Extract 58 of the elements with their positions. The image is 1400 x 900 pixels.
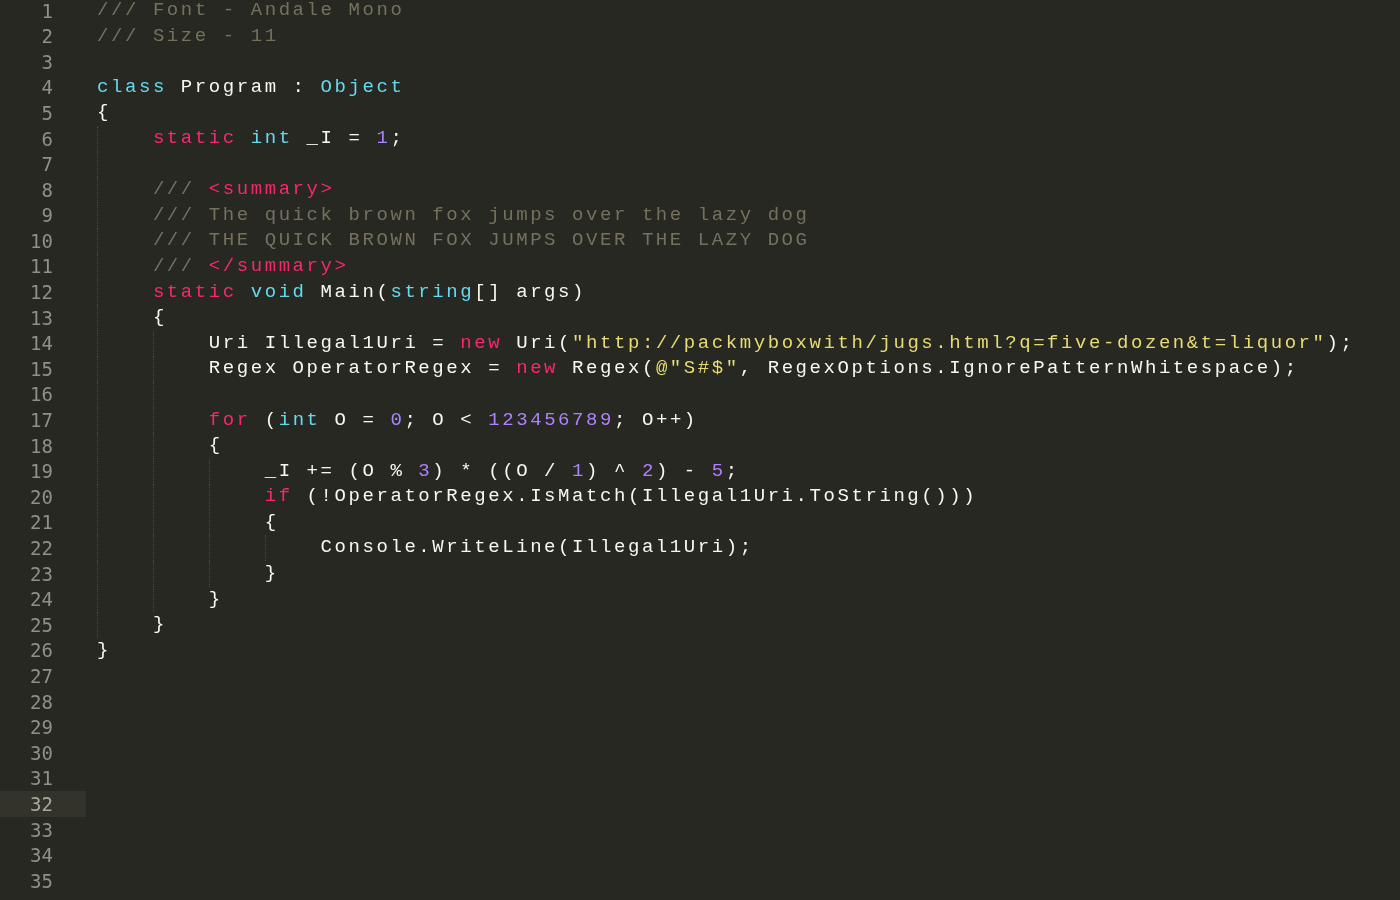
code-line: } — [263, 561, 279, 587]
code-line: /// THE QUICK BROWN FOX JUMPS OVER THE LAZY DOG — [151, 228, 810, 254]
code-line: /// <summary> — [151, 177, 335, 203]
line-number: 5 — [40, 100, 54, 126]
code-line: class Program : Object — [97, 74, 405, 100]
line-number: 3 — [40, 49, 54, 75]
line-number: 4 — [40, 75, 54, 101]
line-number: 25 — [29, 612, 54, 638]
code-line: /// Size - 11 — [97, 23, 279, 49]
line-number: 12 — [29, 280, 54, 306]
line-number: 33 — [29, 817, 54, 843]
line-number: 27 — [29, 664, 54, 689]
line-number: 8 — [40, 177, 54, 203]
line-number: 7 — [40, 152, 54, 178]
line-number: 22 — [29, 536, 54, 561]
code-line: } — [207, 586, 223, 612]
line-number: 31 — [29, 766, 54, 792]
line-number: 28 — [29, 689, 54, 715]
line-number: 2 — [40, 24, 54, 50]
code-line: Console.WriteLine(Illegal1Uri); — [319, 535, 754, 561]
line-number: 15 — [29, 356, 54, 382]
line-number: 20 — [29, 484, 54, 510]
line-number: 9 — [40, 203, 54, 229]
code-line: /// Font - Andale Mono — [97, 0, 405, 23]
code-line: } — [151, 612, 167, 638]
code-line: /// The quick brown fox jumps over the lazy dog — [151, 202, 810, 228]
line-number: 34 — [29, 843, 54, 869]
line-number: 21 — [29, 510, 54, 536]
code-line: { — [97, 100, 111, 126]
code-line: if (!OperatorRegex.IsMatch(Illegal1Uri.ToString())) — [263, 484, 978, 510]
line-number: 24 — [29, 587, 54, 613]
line-number: 19 — [29, 459, 54, 485]
line-number: 6 — [40, 126, 54, 152]
line-number: 17 — [29, 408, 54, 434]
line-number: 1 — [40, 0, 54, 24]
code-line: Uri Illegal1Uri = new Uri("http://packmyboxwith/jugs.html?q=five-dozen&t=liquor"); — [207, 330, 1355, 356]
line-number: 18 — [29, 433, 54, 459]
line-number: 30 — [29, 740, 54, 766]
code-line: { — [151, 305, 167, 331]
code-line: Regex OperatorRegex = new Regex(@"S#$", RegexOptions.IgnorePatternWhitespace); — [207, 356, 1299, 382]
code-line: { — [263, 509, 279, 535]
line-number: 14 — [29, 331, 54, 357]
line-number: 35 — [29, 868, 54, 894]
code-line: } — [97, 637, 111, 663]
line-number: 29 — [29, 715, 54, 741]
code-line: /// </summary> — [151, 253, 349, 279]
code-line: static int _I = 1; — [151, 125, 405, 151]
line-number: 23 — [29, 561, 54, 587]
code-line: static void Main(string[] args) — [151, 279, 587, 305]
line-number: 11 — [29, 254, 54, 280]
line-number: 26 — [29, 638, 54, 664]
line-number: 10 — [29, 228, 54, 254]
line-number: 13 — [29, 305, 54, 331]
code-line: { — [207, 433, 223, 459]
line-number: 16 — [29, 382, 54, 408]
code-line: _I += (O % 3) * ((O / 1) ^ 2) - 5; — [263, 458, 740, 484]
code-line: for (int O = 0; O < 123456789; O++) — [207, 407, 698, 433]
line-number: 32 — [0, 791, 86, 817]
